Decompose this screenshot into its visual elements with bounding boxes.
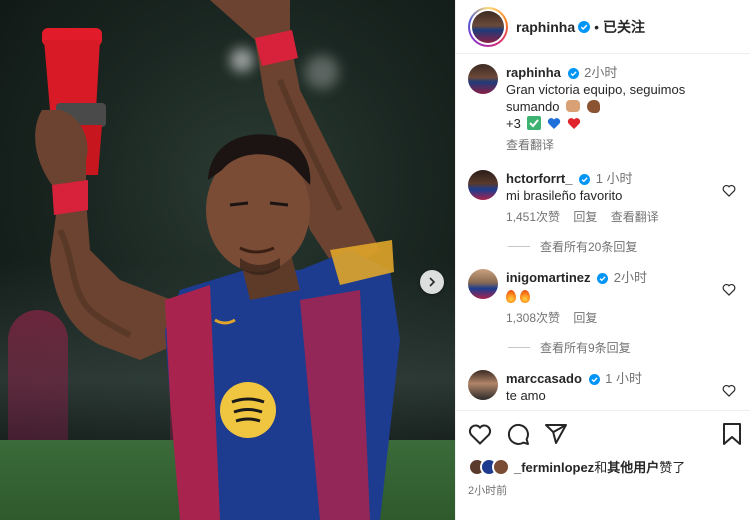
- chevron-right-icon: [429, 277, 436, 287]
- liker-avatar[interactable]: [492, 457, 510, 476]
- other-likers-link[interactable]: 其他用户: [607, 460, 659, 475]
- view-replies-label: 查看所有20条回复: [540, 240, 638, 254]
- comment-icon: [507, 423, 529, 445]
- verified-badge-icon: [578, 20, 591, 33]
- story-ring[interactable]: [468, 6, 508, 47]
- comment-button[interactable]: [506, 422, 530, 446]
- likes-connector: 和: [594, 460, 608, 475]
- blue-heart-emoji: [547, 118, 561, 129]
- heart-icon[interactable]: [722, 283, 736, 296]
- comment-text: [506, 288, 738, 305]
- verified-badge-icon: [567, 68, 579, 80]
- comment-item: marccasado 1 小时 te amo: [468, 370, 738, 404]
- caption-extra: +3: [506, 115, 738, 132]
- comment-likes[interactable]: 1,451次赞: [506, 210, 560, 224]
- separator-dot: •: [594, 18, 600, 35]
- comment-time[interactable]: 2小时: [614, 270, 647, 285]
- comment-text: te amo: [506, 388, 546, 403]
- player-illustration: [35, 0, 400, 520]
- trophy-body: [44, 40, 100, 110]
- green-check-emoji: [527, 116, 542, 130]
- caption-text: Gran victoria equipo, seguimos sumando: [506, 81, 738, 115]
- caption: raphinha 2小时 Gran victoria equipo, segui…: [468, 64, 738, 154]
- liker-username[interactable]: _ferminlopez: [514, 460, 594, 475]
- share-icon: [545, 424, 567, 444]
- comment-username[interactable]: hctorforrt_: [506, 171, 572, 186]
- comment-time[interactable]: 1 小时: [596, 171, 633, 186]
- heart-icon[interactable]: [722, 184, 736, 197]
- avatar[interactable]: [468, 170, 498, 200]
- avatar[interactable]: [468, 64, 498, 94]
- header-username[interactable]: raphinha: [516, 19, 575, 35]
- comments-list[interactable]: raphinha 2小时 Gran victoria equipo, segui…: [456, 54, 750, 410]
- like-button[interactable]: [468, 423, 492, 445]
- heart-icon[interactable]: [722, 384, 736, 397]
- comment-text: mi brasileño favorito: [506, 188, 623, 203]
- likes-suffix: 赞了: [659, 460, 686, 475]
- verified-badge-icon: [597, 273, 609, 285]
- verified-badge-icon: [579, 174, 591, 186]
- comment-item: inigomartinez 2小时 1,308次赞 回复: [468, 269, 738, 327]
- handshake-emoji: [566, 100, 581, 112]
- red-heart-emoji: [567, 118, 580, 129]
- carousel-next-button[interactable]: [420, 270, 444, 294]
- likes-summary: _ferminlopez和其他用户赞了: [468, 457, 738, 476]
- caption-translate-link[interactable]: 查看翻译: [506, 138, 554, 152]
- comment-likes[interactable]: 1,308次赞: [506, 311, 560, 325]
- verified-badge-icon: [588, 374, 600, 386]
- fire-emoji: [506, 290, 516, 303]
- post-actions: _ferminlopez和其他用户赞了 2小时前: [456, 410, 750, 498]
- flexed-biceps-emoji: [586, 100, 600, 113]
- post-photo[interactable]: [0, 0, 455, 520]
- view-replies-label: 查看所有9条回复: [540, 341, 631, 355]
- reply-divider: [508, 246, 530, 247]
- post-header: raphinha • 已关注: [456, 0, 750, 54]
- heart-icon: [468, 424, 492, 445]
- comment-username[interactable]: inigomartinez: [506, 270, 591, 285]
- caption-time[interactable]: 2小时: [584, 65, 617, 80]
- bookmark-icon: [723, 423, 741, 445]
- share-button[interactable]: [544, 422, 568, 446]
- comment-time[interactable]: 1 小时: [605, 371, 642, 386]
- translate-link[interactable]: 查看翻译: [611, 210, 659, 224]
- caption-extra-text: +3: [506, 116, 521, 131]
- view-replies-button[interactable]: 查看所有20条回复: [508, 238, 738, 255]
- avatar[interactable]: [468, 370, 498, 400]
- fire-emoji: [520, 290, 530, 303]
- post-timestamp[interactable]: 2小时前: [468, 482, 738, 498]
- reply-button[interactable]: 回复: [573, 210, 597, 224]
- post-side-panel: raphinha • 已关注 raphinha 2小时 Gran victori…: [455, 0, 750, 520]
- view-replies-button[interactable]: 查看所有9条回复: [508, 339, 738, 356]
- avatar[interactable]: [468, 269, 498, 299]
- reply-divider: [508, 347, 530, 348]
- caption-username[interactable]: raphinha: [506, 65, 561, 80]
- follow-status-button[interactable]: 已关注: [603, 17, 645, 37]
- avatar: [472, 10, 504, 43]
- save-button[interactable]: [722, 422, 742, 446]
- left-wristband: [52, 180, 88, 215]
- comment-item: hctorforrt_ 1 小时 mi brasileño favorito 1…: [468, 170, 738, 226]
- reply-button[interactable]: 回复: [573, 311, 597, 325]
- comment-username[interactable]: marccasado: [506, 371, 582, 386]
